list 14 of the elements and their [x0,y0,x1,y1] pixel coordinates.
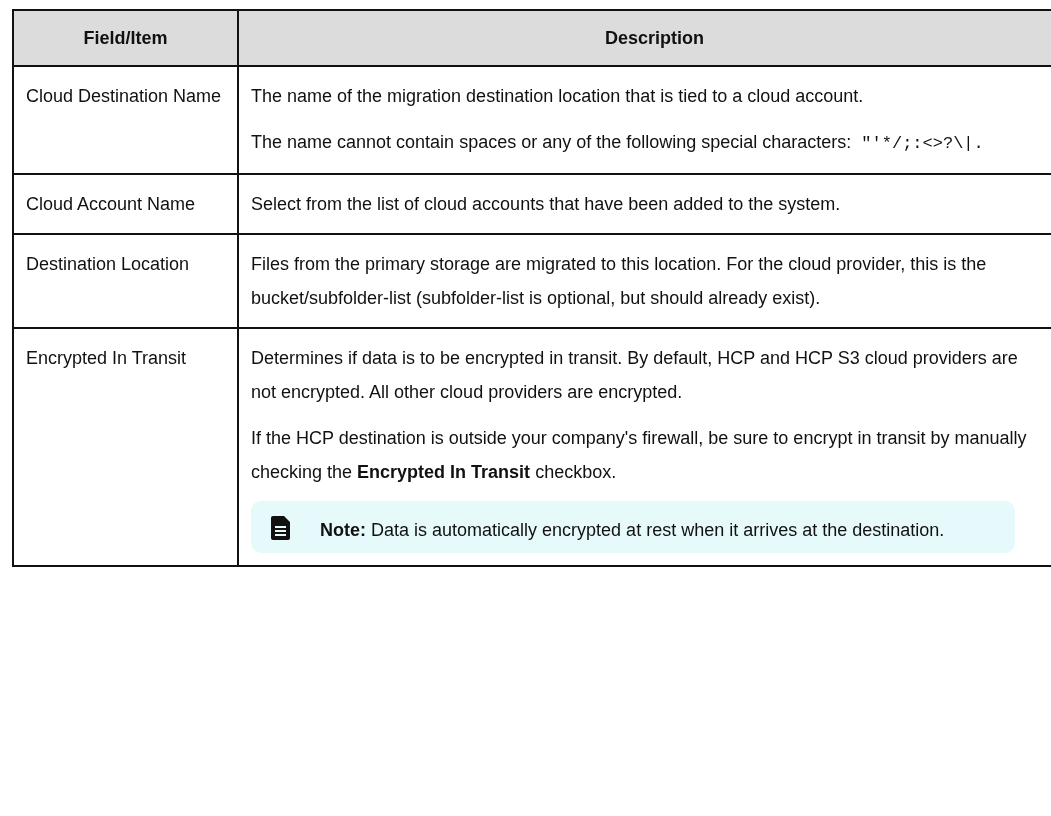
field-name: Cloud Destination Name [26,86,222,106]
description-text: Determines if data is to be encrypted in transit. By default, HCP and HCP S3 cloud providers are not encrypted. All other cloud providers are encrypted. [251,347,1019,404]
document-icon [271,516,290,540]
description-text: The name of the migration destination location that is tied to a cloud account. [251,85,865,108]
description-text: The name cannot contain spaces or any of the following special characters: "'*/;:<>?\|. [251,131,985,155]
column-header: Field/Item [13,10,238,66]
description-text: Files from the primary storage are migrated to this location. For the cloud provider, this is the bucket/subfolder-list (subfolder-list is optional, but should already exist). [251,253,988,310]
description-text: Select from the list of cloud accounts that have been added to the system. [251,193,842,216]
note-text: Note: Data is automatically encrypted at rest when it arrives at the destination. [320,519,945,542]
description-text: If the HCP destination is outside your company's firewall, be sure to encrypt in transit by manually checking the Encrypted In Transit checkbox. [251,427,1028,484]
column-header: Description [238,10,1051,66]
field-name: Destination Location [26,254,190,274]
field-name: Cloud Account Name [26,194,196,214]
field-name: Encrypted In Transit [26,348,187,368]
